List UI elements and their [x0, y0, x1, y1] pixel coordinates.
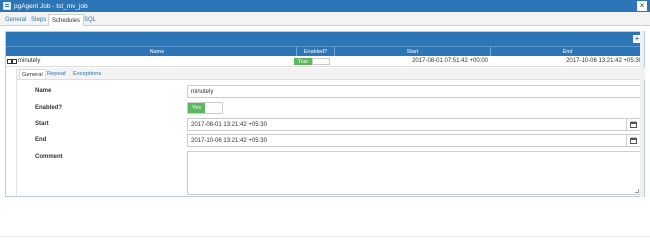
subtab-bar: General Repeat Exceptions — [17, 68, 645, 80]
end-field[interactable]: 2017-10-06 13:21:42 +05:30 — [187, 134, 641, 147]
subtab-general[interactable]: General — [19, 69, 46, 79]
resize-handle-icon[interactable] — [635, 189, 639, 193]
enabled-value: True — [294, 58, 312, 65]
enabled-toggle-yes: Yes — [188, 103, 205, 113]
tab-sql[interactable]: SQL — [81, 14, 99, 26]
scrollbar[interactable] — [640, 31, 644, 197]
comment-field[interactable] — [187, 151, 641, 195]
row-start: 2017-08-01 07:51:42 +00:00 — [412, 58, 488, 64]
tab-schedules[interactable]: Schedules — [48, 14, 85, 26]
subtab-exceptions[interactable]: Exceptions — [71, 69, 103, 79]
end-value: 2017-10-06 13:21:42 +05:30 — [191, 137, 267, 144]
calendar-icon[interactable] — [626, 119, 640, 130]
tab-steps[interactable]: Steps — [28, 14, 49, 26]
name-label: Name — [35, 88, 52, 94]
column-header-enabled[interactable]: Enabled? — [296, 47, 334, 56]
start-label: Start — [35, 121, 49, 127]
end-label: End — [35, 137, 47, 143]
enabled-toggle[interactable]: Yes — [187, 102, 223, 114]
title-bar: pgAgent Job - tst_mv_job × — [0, 0, 650, 12]
window-title: pgAgent Job - tst_mv_job — [14, 2, 88, 10]
comment-label: Comment — [35, 154, 63, 160]
schedule-detail-panel: General Repeat Exceptions Name minutely … — [16, 68, 645, 197]
column-header-start[interactable]: Start — [334, 47, 490, 56]
enabled-label: Enabled? — [35, 105, 63, 111]
pgagent-job-icon — [3, 2, 11, 10]
start-value: 2017-08-01 13:21:42 +05:30 — [191, 121, 267, 128]
enabled-badge: True — [294, 58, 330, 65]
start-field[interactable]: 2017-08-01 13:21:42 +05:30 — [187, 118, 641, 131]
column-header-name[interactable]: Name — [18, 47, 296, 56]
column-header-end[interactable]: End — [490, 47, 644, 56]
tab-bar: General Steps Schedules SQL — [0, 12, 650, 26]
close-icon[interactable]: × — [637, 1, 647, 11]
schedules-panel: + Name Enabled? Start End minutely True … — [5, 31, 645, 197]
panel-header: + — [6, 32, 644, 46]
subtab-repeat[interactable]: Repeat — [45, 69, 68, 79]
table-row[interactable]: minutely True 2017-08-01 07:51:42 +00:00… — [6, 56, 644, 67]
row-end: 2017-10-06 13:21:42 +05:30 — [566, 58, 642, 64]
footer-divider — [0, 236, 650, 237]
row-name: minutely — [18, 58, 41, 64]
calendar-icon[interactable] — [626, 135, 640, 146]
tab-general[interactable]: General — [2, 14, 29, 26]
grid-header: Name Enabled? Start End — [6, 46, 644, 56]
name-field[interactable]: minutely — [187, 85, 641, 98]
delete-icon[interactable] — [12, 59, 17, 64]
